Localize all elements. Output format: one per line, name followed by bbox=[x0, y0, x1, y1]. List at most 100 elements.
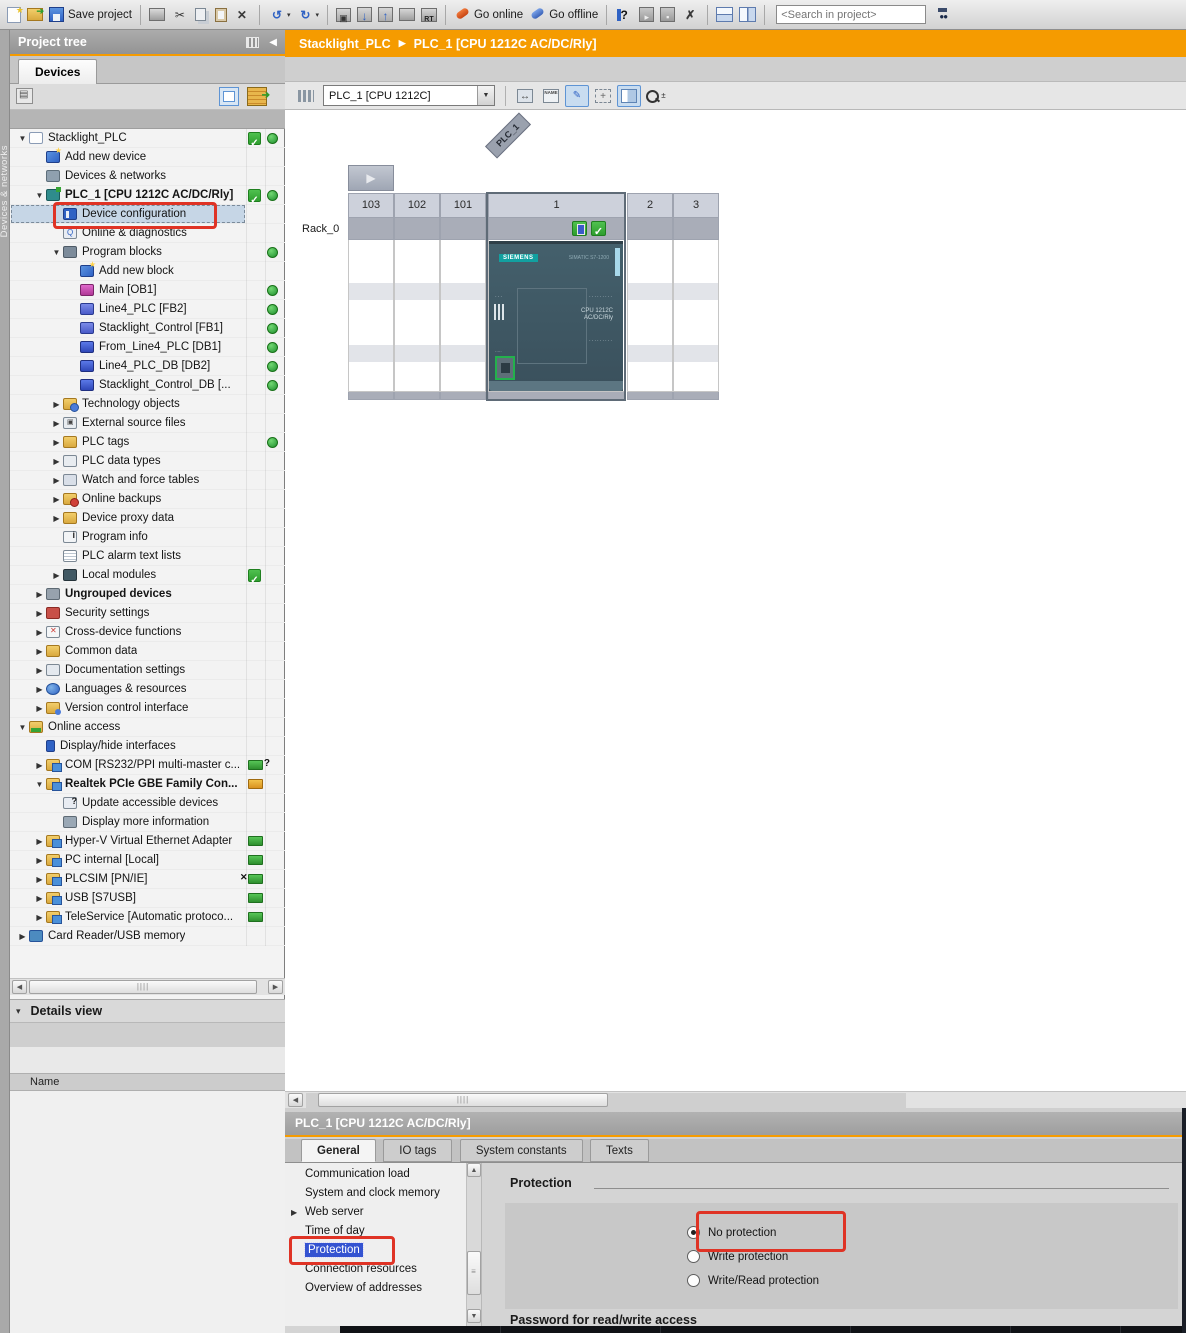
empty-slot[interactable] bbox=[627, 240, 673, 392]
expander-icon[interactable]: ▶ bbox=[50, 476, 63, 485]
empty-slot[interactable] bbox=[394, 240, 440, 392]
expander-icon[interactable]: ▼ bbox=[16, 723, 29, 732]
tree-item[interactable]: ▶ External source files bbox=[10, 414, 285, 433]
tree-item[interactable]: Line4_PLC_DB [DB2] bbox=[10, 357, 285, 376]
tree-item[interactable]: ▶ Card Reader/USB memory bbox=[10, 927, 285, 946]
properties-tab[interactable]: System constants bbox=[460, 1139, 583, 1162]
toolbar-button[interactable]: ▾ bbox=[375, 5, 396, 24]
scroll-right-icon[interactable]: ▶ bbox=[268, 980, 283, 994]
properties-nav-item[interactable]: Communication load bbox=[285, 1165, 466, 1184]
device-toolbar-button[interactable]: ± bbox=[643, 85, 667, 107]
scroll-left-icon[interactable]: ◀ bbox=[288, 1093, 303, 1107]
expander-icon[interactable]: ▼ bbox=[16, 134, 29, 143]
tree-item[interactable]: ▼ Stacklight_PLC bbox=[10, 129, 285, 148]
tree-item[interactable]: ▶ Security settings bbox=[10, 604, 285, 623]
tree-item[interactable]: ▶ Cross-device functions bbox=[10, 623, 285, 642]
properties-tab[interactable]: IO tags bbox=[383, 1139, 452, 1162]
details-view-header[interactable]: ▾ Details view bbox=[10, 999, 285, 1023]
toolbar-button[interactable]: ▾ bbox=[736, 5, 759, 24]
breadcrumb-target[interactable]: PLC_1 [CPU 1212C AC/DC/Rly] bbox=[414, 37, 597, 51]
tree-item[interactable]: ▶ Languages & resources bbox=[10, 680, 285, 699]
expander-icon[interactable]: ▶ bbox=[50, 571, 63, 580]
tab-devices[interactable]: Devices bbox=[18, 59, 97, 84]
tree-item[interactable]: ▶ Local modules bbox=[10, 566, 285, 585]
collapse-panel-icon[interactable]: ◀ bbox=[269, 37, 277, 48]
toolbar-button[interactable]: ▾ bbox=[168, 5, 192, 25]
toolbar-button[interactable]: ▾ Go online bbox=[451, 5, 526, 25]
tree-item[interactable]: Devices & networks bbox=[10, 167, 285, 186]
tree-item[interactable]: ▶ Hyper-V Virtual Ethernet Adapter bbox=[10, 832, 285, 851]
toolbar-button[interactable]: ▾ bbox=[265, 5, 294, 25]
toolbar-button[interactable]: ▾ bbox=[354, 5, 375, 24]
expander-icon[interactable]: ▶ bbox=[50, 457, 63, 466]
tree-item[interactable]: ▶ PC internal [Local] bbox=[10, 851, 285, 870]
toolbar-button[interactable]: ▾ bbox=[636, 5, 657, 24]
tree-item[interactable]: ▶ Documentation settings bbox=[10, 661, 285, 680]
toolbar-button[interactable]: ▾ bbox=[396, 6, 418, 23]
slot-header-103[interactable]: 103 bbox=[348, 193, 394, 218]
expander-icon[interactable]: ▶ bbox=[33, 628, 46, 637]
rack-expand-button[interactable] bbox=[348, 165, 394, 191]
expander-icon[interactable]: ▶ bbox=[50, 495, 63, 504]
tree-item[interactable]: Stacklight_Control [FB1] bbox=[10, 319, 285, 338]
properties-nav-vscrollbar[interactable]: ▲ ≡ ▼ bbox=[467, 1163, 482, 1326]
tree-item[interactable]: Update accessible devices bbox=[10, 794, 285, 813]
toolbar-button[interactable]: ▾ bbox=[418, 6, 440, 24]
properties-nav-item[interactable]: Overview of addresses bbox=[285, 1279, 466, 1298]
toolbar-button[interactable]: ▾ bbox=[713, 5, 736, 24]
toolbar-button[interactable]: ▾ bbox=[333, 6, 354, 24]
toolbar-button[interactable]: ▾ bbox=[293, 5, 322, 25]
properties-nav-item[interactable]: ▶ Web server bbox=[285, 1203, 466, 1222]
chevron-down-icon[interactable]: ▾ bbox=[16, 1006, 21, 1017]
zoom-caret-icon[interactable]: ± bbox=[661, 91, 665, 100]
expander-icon[interactable]: ▶ bbox=[33, 704, 46, 713]
tree-item[interactable]: ▶ USB [S7USB] bbox=[10, 889, 285, 908]
expander-icon[interactable]: ▼ bbox=[33, 780, 46, 789]
scroll-down-icon[interactable]: ▼ bbox=[467, 1309, 481, 1323]
tree-item[interactable]: ▶ Watch and force tables bbox=[10, 471, 285, 490]
tree-hscrollbar[interactable]: ◀ |||| ▶ bbox=[10, 978, 285, 995]
dropdown-caret-icon[interactable]: ▾ bbox=[315, 11, 319, 19]
side-strip[interactable]: Devices & networks bbox=[0, 30, 10, 1333]
scroll-up-icon[interactable]: ▲ bbox=[467, 1163, 481, 1177]
tree-item[interactable]: ▶ Online backups bbox=[10, 490, 285, 509]
toolbar-button[interactable]: ▾ bbox=[230, 5, 254, 25]
tree-item[interactable]: Stacklight_Control_DB [... bbox=[10, 376, 285, 395]
expander-icon[interactable]: ▼ bbox=[33, 191, 46, 200]
tree-item[interactable]: ▶ COM [RS232/PPI multi-master c... bbox=[10, 756, 285, 775]
toolbar-button[interactable]: ▾ bbox=[612, 5, 636, 25]
toolbar-button[interactable]: ▾ bbox=[146, 6, 168, 23]
toolbar-button[interactable]: ▾ bbox=[4, 5, 24, 25]
device-toolbar-button[interactable]: ± bbox=[513, 85, 537, 107]
device-toolbar-button[interactable]: ± bbox=[565, 85, 589, 107]
expander-icon[interactable]: ▶ bbox=[291, 1203, 297, 1222]
expander-icon[interactable]: ▶ bbox=[33, 856, 46, 865]
device-toolbar-button[interactable]: ± bbox=[591, 85, 615, 107]
expander-icon[interactable]: ▶ bbox=[50, 514, 63, 523]
expander-icon[interactable]: ▶ bbox=[33, 875, 46, 884]
breadcrumb-project[interactable]: Stacklight_PLC bbox=[299, 37, 391, 51]
properties-tab[interactable]: General bbox=[301, 1139, 376, 1162]
tree-item[interactable]: Display/hide interfaces bbox=[10, 737, 285, 756]
expander-icon[interactable]: ▶ bbox=[33, 761, 46, 770]
columns-icon[interactable] bbox=[246, 37, 259, 48]
dropdown-caret-icon[interactable]: ▾ bbox=[287, 11, 291, 19]
expander-icon[interactable]: ▶ bbox=[16, 932, 29, 941]
expander-icon[interactable]: ▶ bbox=[33, 685, 46, 694]
device-toolbar-button[interactable]: ± bbox=[539, 85, 563, 107]
toolbar-button[interactable]: ▾ Go offline bbox=[526, 5, 601, 25]
tree-item[interactable]: ▼ Realtek PCIe GBE Family Con... bbox=[10, 775, 285, 794]
expander-icon[interactable]: ▶ bbox=[33, 647, 46, 656]
tree-item[interactable]: ▶ Device proxy data bbox=[10, 509, 285, 528]
expander-icon[interactable]: ▼ bbox=[50, 248, 63, 257]
tree-item[interactable]: ▼ Program blocks bbox=[10, 243, 285, 262]
toolbar-button[interactable]: ▾ bbox=[192, 6, 212, 23]
table-view-icon[interactable] bbox=[219, 87, 239, 106]
scroll-left-icon[interactable]: ◀ bbox=[12, 980, 27, 994]
tree-item[interactable]: ▶ Ungrouped devices bbox=[10, 585, 285, 604]
expander-icon[interactable]: ▶ bbox=[50, 419, 63, 428]
tree-item[interactable]: ▼ Online access bbox=[10, 718, 285, 737]
tree-hscroll-thumb[interactable]: |||| bbox=[29, 980, 257, 994]
expander-icon[interactable]: ▶ bbox=[50, 438, 63, 447]
expander-icon[interactable]: ▶ bbox=[50, 400, 63, 409]
